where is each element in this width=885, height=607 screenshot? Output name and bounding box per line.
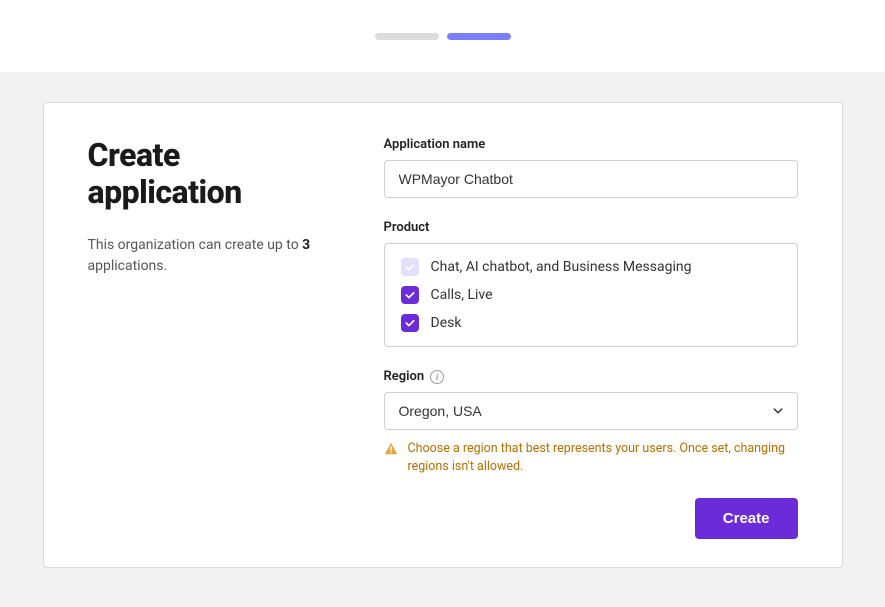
org-limit-text: This organization can create up to 3 app…: [88, 235, 348, 277]
form-actions: Create: [384, 498, 798, 539]
app-name-input[interactable]: [384, 160, 798, 198]
page-background: Create application This organization can…: [0, 72, 885, 607]
check-icon: [404, 261, 416, 273]
left-column: Create application This organization can…: [88, 137, 348, 539]
step-1-indicator: [375, 33, 439, 40]
step-2-indicator: [447, 33, 511, 40]
region-field-group: Region i Choose a region that best repre…: [384, 369, 798, 476]
product-option-desk-label: Desk: [431, 315, 462, 331]
app-name-label: Application name: [384, 137, 798, 152]
product-option-calls[interactable]: Calls, Live: [401, 286, 781, 304]
product-options-box: Chat, AI chatbot, and Business Messaging…: [384, 243, 798, 347]
create-button[interactable]: Create: [695, 498, 798, 539]
product-option-desk[interactable]: Desk: [401, 314, 781, 332]
form-column: Application name Product Chat, AI chatbo…: [384, 137, 798, 539]
warning-icon: [384, 441, 398, 460]
region-warning: Choose a region that best represents you…: [384, 440, 798, 476]
info-icon[interactable]: i: [430, 370, 444, 384]
product-label: Product: [384, 220, 798, 235]
product-option-chat-label: Chat, AI chatbot, and Business Messaging: [431, 259, 692, 275]
progress-steps: [0, 0, 885, 72]
product-field-group: Product Chat, AI chatbot, and Business M…: [384, 220, 798, 347]
checkbox-calls[interactable]: [401, 286, 419, 304]
region-label: Region i: [384, 369, 798, 384]
checkbox-desk[interactable]: [401, 314, 419, 332]
region-warning-text: Choose a region that best represents you…: [408, 440, 798, 476]
product-option-chat: Chat, AI chatbot, and Business Messaging: [401, 258, 781, 276]
checkbox-chat: [401, 258, 419, 276]
check-icon: [404, 317, 416, 329]
region-select-wrap: [384, 392, 798, 430]
page-title: Create application: [88, 137, 348, 211]
check-icon: [404, 289, 416, 301]
region-select[interactable]: [384, 392, 798, 430]
create-application-card: Create application This organization can…: [43, 102, 843, 568]
product-option-calls-label: Calls, Live: [431, 287, 493, 303]
app-name-field-group: Application name: [384, 137, 798, 198]
